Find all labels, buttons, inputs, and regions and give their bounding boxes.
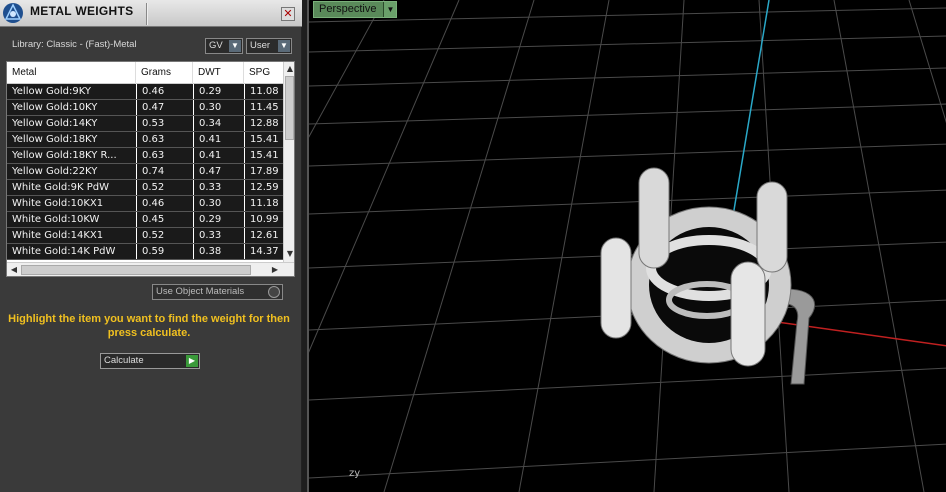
use-object-materials-toggle[interactable]: Use Object Materials [152, 284, 283, 300]
perspective-viewport[interactable]: Perspective ▼ zy [307, 0, 946, 492]
metal-cell: Yellow Gold:22KY [12, 166, 98, 177]
calculate-label: Calculate [104, 355, 144, 366]
spg-cell: 17.89 [244, 164, 284, 179]
view-mode-dropdown[interactable]: Perspective ▼ [313, 1, 398, 18]
spg-cell: 12.61 [244, 228, 284, 243]
spg-cell: 15.41 [244, 132, 284, 147]
column-header-dwt[interactable]: DWT [193, 62, 244, 84]
table-row[interactable]: Yellow Gold:9KY 0.46 0.29 11.08 [7, 84, 283, 100]
view-mode-label: Perspective [319, 3, 377, 15]
spg-cell: 11.45 [244, 100, 284, 115]
spg-cell: 10.99 [244, 212, 284, 227]
ring-setting-model[interactable] [600, 167, 815, 385]
dwt-cell: 0.34 [193, 116, 244, 131]
toggle-indicator [268, 286, 280, 298]
instructions-text: Highlight the item you want to find the … [8, 313, 290, 339]
table-row[interactable]: Yellow Gold:18KY 0.63 0.41 15.41 [7, 132, 283, 148]
dwt-cell: 0.47 [193, 164, 244, 179]
grams-cell: 0.46 [136, 196, 193, 211]
grams-cell: 0.52 [136, 228, 193, 243]
scroll-left-icon[interactable]: ◀ [8, 264, 20, 276]
dwt-cell: 0.41 [193, 148, 244, 163]
grams-cell: 0.74 [136, 164, 193, 179]
title-separator [146, 3, 148, 25]
vertical-scroll-thumb[interactable] [285, 76, 294, 140]
metal-cell: Yellow Gold:9KY [12, 86, 91, 97]
metal-weights-panel: METAL WEIGHTS ✕ Library: Classic - (Fast… [0, 0, 302, 492]
spg-cell: 11.18 [244, 196, 284, 211]
table-row[interactable]: White Gold:10KX1 0.46 0.30 11.18 [7, 196, 283, 212]
table-row[interactable]: Yellow Gold:14KY 0.53 0.34 12.88 [7, 116, 283, 132]
column-header-grams[interactable]: Grams [136, 62, 193, 84]
table-header: Metal Grams DWT SPG [7, 62, 284, 84]
chevron-down-icon: ▼ [278, 40, 290, 52]
user-dropdown-label: User [250, 40, 271, 51]
dwt-cell: 0.30 [193, 100, 244, 115]
spg-cell: 12.59 [244, 180, 284, 195]
chevron-down-icon: ▼ [229, 40, 241, 52]
table-row[interactable]: White Gold:14KX1 0.52 0.33 12.61 [7, 228, 283, 244]
metal-cell: White Gold:14KX1 [12, 230, 104, 241]
dwt-cell: 0.41 [193, 132, 244, 147]
app-logo-icon [3, 3, 23, 23]
axis-indicator: zy [349, 468, 361, 479]
table-row[interactable]: Yellow Gold:18KY R... 0.63 0.41 15.41 [7, 148, 283, 164]
dwt-cell: 0.29 [193, 84, 244, 99]
spg-cell: 12.88 [244, 116, 284, 131]
horizontal-scroll-thumb[interactable] [21, 265, 251, 275]
dwt-cell: 0.29 [193, 212, 244, 227]
metal-cell: Yellow Gold:10KY [12, 102, 98, 113]
panel-title: METAL WEIGHTS [30, 4, 134, 18]
metal-cell: Yellow Gold:18KY [12, 134, 98, 145]
spg-cell: 14.37 [244, 244, 284, 259]
play-arrow-icon: ▶ [186, 355, 198, 367]
grams-cell: 0.46 [136, 84, 193, 99]
scroll-down-icon[interactable]: ▼ [284, 248, 294, 260]
table-row[interactable]: White Gold:10KW 0.45 0.29 10.99 [7, 212, 283, 228]
table-body: Yellow Gold:9KY 0.46 0.29 11.08 Yellow Gold… [7, 84, 283, 260]
spg-cell: 15.41 [244, 148, 284, 163]
column-header-spg[interactable]: SPG [244, 62, 284, 84]
dwt-cell: 0.33 [193, 180, 244, 195]
metal-cell: Yellow Gold:18KY R... [12, 150, 117, 161]
table-row[interactable]: Yellow Gold:22KY 0.74 0.47 17.89 [7, 164, 283, 180]
grams-cell: 0.52 [136, 180, 193, 195]
grams-cell: 0.63 [136, 132, 193, 147]
dwt-cell: 0.33 [193, 228, 244, 243]
horizontal-scrollbar[interactable]: ◀ ▶ [7, 262, 294, 276]
column-header-metal[interactable]: Metal [7, 62, 136, 84]
gv-dropdown[interactable]: GV ▼ [205, 38, 243, 54]
chevron-down-icon: ▼ [383, 2, 397, 17]
calculate-button[interactable]: Calculate ▶ [100, 353, 200, 369]
grams-cell: 0.59 [136, 244, 193, 259]
dwt-cell: 0.38 [193, 244, 244, 259]
grams-cell: 0.63 [136, 148, 193, 163]
table-row[interactable]: White Gold:14K PdW 0.59 0.38 14.37 [7, 244, 283, 260]
grams-cell: 0.53 [136, 116, 193, 131]
table-row[interactable]: Yellow Gold:10KY 0.47 0.30 11.45 [7, 100, 283, 116]
viewport-scene[interactable] [309, 0, 946, 492]
gv-dropdown-label: GV [209, 40, 223, 51]
metal-cell: Yellow Gold:14KY [12, 118, 98, 129]
dwt-cell: 0.30 [193, 196, 244, 211]
metal-cell: White Gold:14K PdW [12, 246, 116, 257]
scroll-right-icon[interactable]: ▶ [269, 264, 281, 276]
vertical-scrollbar[interactable]: ▲ ▼ [283, 62, 294, 262]
close-icon[interactable]: ✕ [281, 7, 295, 21]
grams-cell: 0.47 [136, 100, 193, 115]
metal-cell: White Gold:9K PdW [12, 182, 109, 193]
spg-cell: 11.08 [244, 84, 284, 99]
use-object-materials-label: Use Object Materials [156, 286, 245, 297]
panel-titlebar: METAL WEIGHTS ✕ [0, 0, 302, 27]
library-label: Library: Classic - (Fast)-Metal [12, 39, 137, 50]
metal-table: Metal Grams DWT SPG Yellow Gold:9KY 0.46 0… [6, 61, 295, 277]
metal-cell: White Gold:10KX1 [12, 198, 104, 209]
metal-cell: White Gold:10KW [12, 214, 100, 225]
user-dropdown[interactable]: User ▼ [246, 38, 292, 54]
grams-cell: 0.45 [136, 212, 193, 227]
table-row[interactable]: White Gold:9K PdW 0.52 0.33 12.59 [7, 180, 283, 196]
scroll-up-icon[interactable]: ▲ [284, 63, 294, 75]
